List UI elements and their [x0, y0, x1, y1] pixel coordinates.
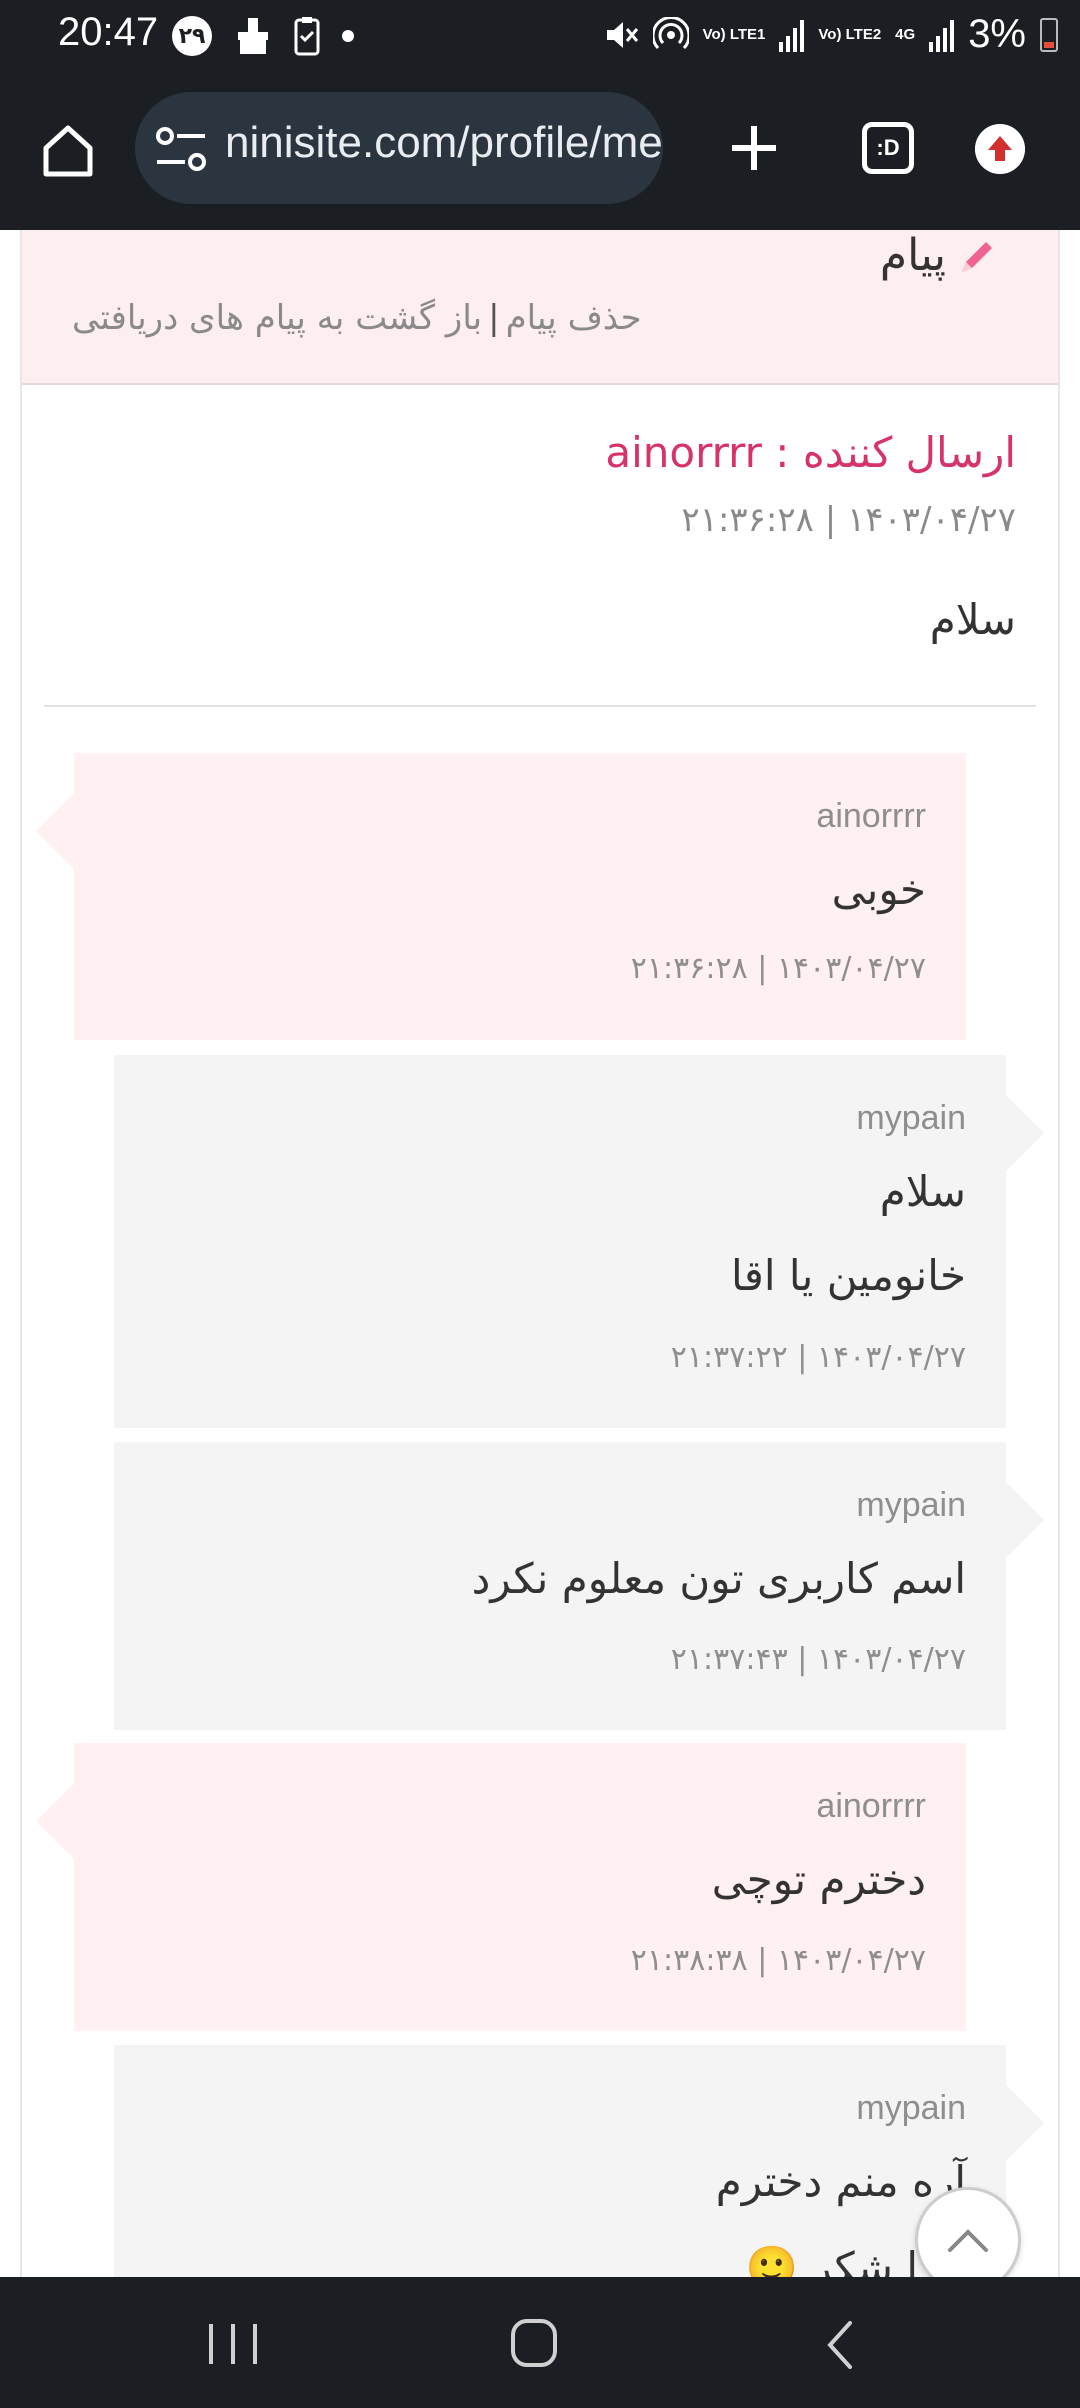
signal2-icon: [929, 18, 955, 52]
back-icon[interactable]: [820, 2317, 860, 2373]
home-nav-icon[interactable]: [510, 2317, 558, 2369]
header-links: حذف پیام|باز گشت به پیام های دریافتی: [72, 298, 642, 338]
back-to-inbox-link[interactable]: باز گشت به پیام های دریافتی: [72, 298, 482, 338]
battery-percent: 3%: [968, 12, 1026, 56]
chat-bubble: ainorrrr خوبی ۱۴۰۳/۰۴/۲۷ | ۲۱:۳۶:۲۸: [36, 753, 966, 1040]
bubble-tail: [1006, 2085, 1044, 2161]
system-nav-bar: [0, 2277, 1080, 2408]
bubble-tail: [1006, 1482, 1044, 1558]
mute-icon: [606, 21, 638, 48]
battery-icon: [1040, 17, 1058, 52]
chat-bubble: ainorrrr دخترم توچی ۱۴۰۳/۰۴/۲۷ | ۲۱:۳۸:۳…: [36, 1743, 966, 2031]
message-date: ۱۴۰۳/۰۴/۲۷ | ۲۱:۳۶:۲۸: [681, 500, 1016, 540]
bubble-tail: [36, 1783, 74, 1859]
chat-bubble: mypain آره منم دخترم خدا شکر 🙂: [114, 2045, 1044, 2277]
sim2-label: Vo) LTE2: [818, 25, 882, 43]
bubble-text: خوبی: [831, 865, 926, 914]
bubble-username[interactable]: mypain: [856, 1099, 966, 1138]
url-text[interactable]: ninisite.com/profile/message: [225, 118, 663, 168]
status-bar: 20:47 ۲۹ Vo) LTE1 Vo) LTE2 4G 3%: [0, 0, 1080, 72]
home-icon[interactable]: [38, 120, 98, 180]
date-badge: ۲۹: [172, 16, 212, 56]
bubble-text: دخترم توچی: [711, 1855, 926, 1904]
page-title-text: پیام: [879, 230, 946, 281]
bubble-username[interactable]: ainorrrr: [816, 797, 926, 836]
notification-icons: ۲۹: [172, 16, 354, 56]
plus-icon[interactable]: [724, 118, 784, 178]
system-indicators: Vo) LTE1 Vo) LTE2 4G 3%: [603, 12, 1058, 57]
signal1-icon: [779, 18, 805, 52]
hotspot-icon: [652, 16, 689, 49]
tune-icon[interactable]: [155, 126, 207, 172]
link-separator: |: [488, 298, 500, 338]
address-bar[interactable]: ninisite.com/profile/message: [135, 92, 663, 204]
cleaner-icon: [238, 18, 268, 54]
network-type: 4G: [895, 25, 916, 43]
message-sender: ارسال کننده : ainorrrr: [605, 428, 1016, 477]
sender-line[interactable]: ارسال کننده : ainorrrr: [605, 428, 1016, 477]
bubble-text: سلام: [879, 1167, 966, 1216]
chevron-up-icon: [948, 2229, 988, 2252]
bubble-tail: [36, 793, 74, 869]
message-body: سلام: [929, 595, 1016, 644]
bubble-timestamp: ۱۴۰۳/۰۴/۲۷ | ۲۱:۳۸:۳۸: [630, 1943, 926, 1978]
bubble-text: اسم کاربری تون معلوم نکرد: [471, 1554, 966, 1603]
status-time: 20:47: [58, 10, 159, 54]
bubble-timestamp: ۱۴۰۳/۰۴/۲۷ | ۲۱:۳۷:۲۲: [670, 1340, 966, 1375]
pencil-icon: [962, 241, 992, 272]
bubble-username[interactable]: mypain: [856, 1486, 966, 1525]
recents-icon[interactable]: [205, 2319, 261, 2369]
bubble-timestamp: ۱۴۰۳/۰۴/۲۷ | ۲۱:۳۷:۴۳: [670, 1642, 966, 1677]
bubble-timestamp: ۱۴۰۳/۰۴/۲۷ | ۲۱:۳۶:۲۸: [630, 951, 926, 986]
scroll-to-top-button[interactable]: [915, 2187, 1021, 2277]
delete-message-link[interactable]: حذف پیام: [506, 298, 642, 338]
message-header: پیام حذف پیام|باز گشت به پیام های دریافت…: [22, 230, 1058, 385]
page-title: پیام: [880, 230, 1000, 281]
chat-bubble: mypain سلام خانومین یا اقا ۱۴۰۳/۰۴/۲۷ | …: [114, 1055, 1044, 1428]
bubble-tail: [1006, 1095, 1044, 1171]
sim1-label: Vo) LTE1: [702, 25, 766, 43]
tab-switcher-button[interactable]: :D: [862, 122, 914, 174]
bubble-text: خانومین یا اقا: [730, 1251, 966, 1300]
divider: [44, 705, 1036, 707]
bubble-username[interactable]: ainorrrr: [816, 1787, 926, 1826]
chat-bubble: mypain اسم کاربری تون معلوم نکرد ۱۴۰۳/۰۴…: [114, 1442, 1044, 1730]
bubble-username[interactable]: mypain: [856, 2089, 966, 2128]
message-card: پیام حذف پیام|باز گشت به پیام های دریافت…: [20, 230, 1060, 2277]
browser-toolbar: ninisite.com/profile/message :D: [0, 72, 1080, 230]
more-notifications-dot: [342, 30, 354, 42]
web-page[interactable]: پیام حذف پیام|باز گشت به پیام های دریافت…: [0, 230, 1080, 2277]
update-arrow-icon[interactable]: [975, 124, 1025, 174]
clipboard-icon: [294, 17, 320, 56]
